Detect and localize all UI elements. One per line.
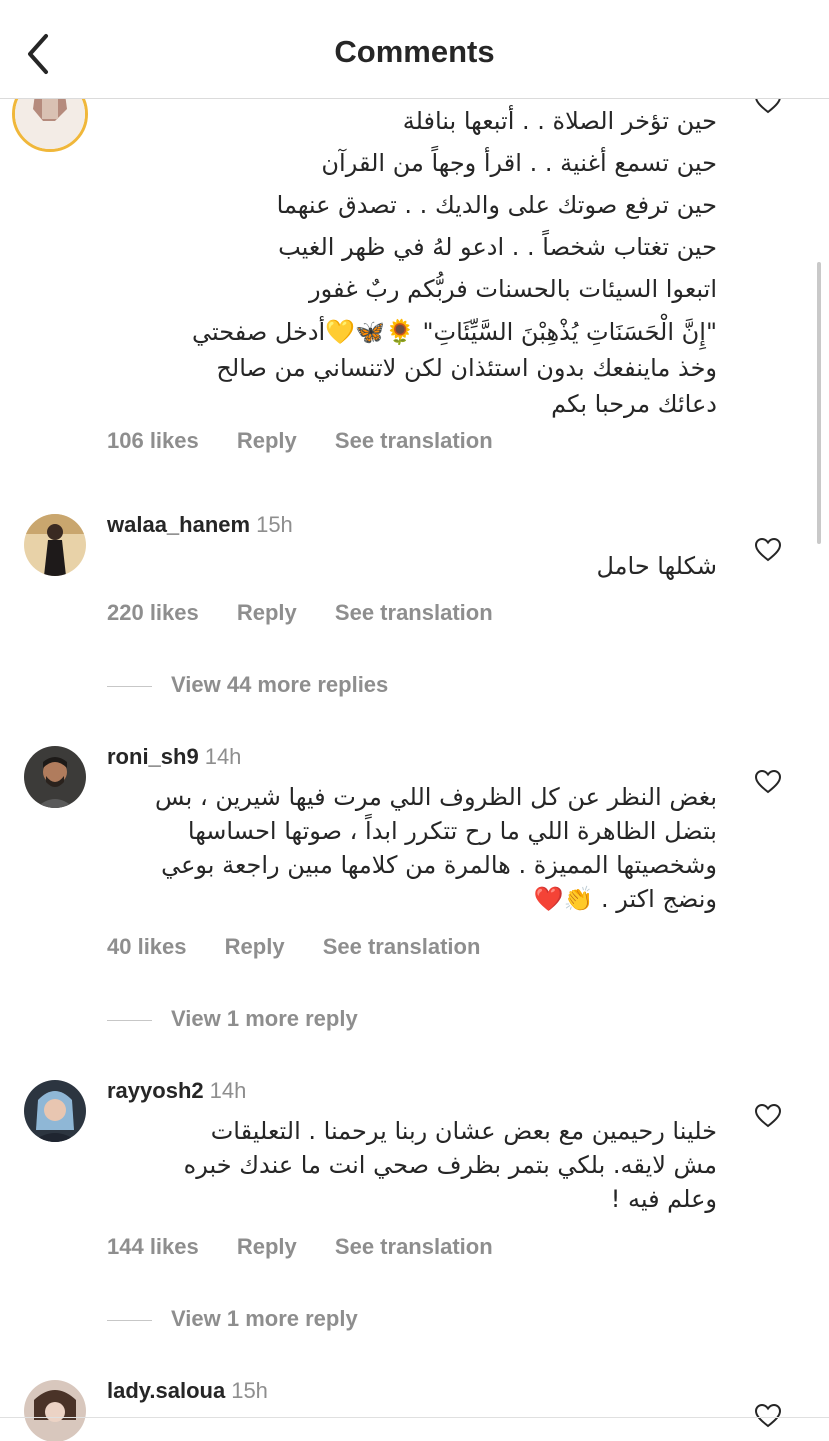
comment-header: walaa_hanem 15h: [107, 512, 293, 538]
likes-count[interactable]: 144 likes: [107, 1234, 199, 1259]
comment-text: بغض النظر عن كل الظروف اللي مرت فيها شير…: [155, 783, 717, 913]
comment-actions: 220 likes Reply See translation: [107, 600, 525, 626]
heart-icon[interactable]: [755, 1104, 781, 1128]
reply-button[interactable]: Reply: [237, 1234, 297, 1259]
timestamp: 14h: [204, 744, 242, 769]
timestamp: 15h: [231, 1378, 268, 1403]
page-title: Comments: [334, 34, 495, 69]
see-translation-button[interactable]: See translation: [335, 600, 493, 625]
avatar[interactable]: [24, 746, 86, 808]
comments-list: حين تؤخر الصلاة . . أتبعها بنافلة حين تس…: [0, 0, 829, 1441]
avatar[interactable]: [24, 1380, 86, 1441]
likes-count[interactable]: 220 likes: [107, 600, 199, 625]
timestamp: 15h: [256, 512, 293, 537]
username[interactable]: lady.saloua: [107, 1378, 225, 1403]
comment-text: شكلها حامل: [596, 552, 718, 580]
view-replies-button[interactable]: View 1 more reply: [107, 1006, 358, 1032]
view-replies-button[interactable]: View 44 more replies: [107, 672, 388, 698]
comment-actions: 144 likes Reply See translation: [107, 1234, 525, 1260]
divider: [107, 1019, 152, 1021]
bottom-divider: [0, 1417, 829, 1418]
scrollbar[interactable]: [817, 262, 821, 544]
see-translation-button[interactable]: See translation: [335, 428, 493, 453]
heart-icon[interactable]: [755, 538, 781, 562]
see-translation-button[interactable]: See translation: [335, 1234, 493, 1259]
likes-count[interactable]: 40 likes: [107, 934, 187, 959]
reply-button[interactable]: Reply: [225, 934, 285, 959]
comment-header: lady.saloua 15h: [107, 1378, 268, 1404]
header: Comments: [0, 0, 829, 99]
heart-icon[interactable]: [755, 1404, 781, 1428]
reply-button[interactable]: Reply: [237, 600, 297, 625]
divider: [107, 685, 152, 687]
timestamp: 14h: [209, 1078, 247, 1103]
username[interactable]: rayyosh2: [107, 1078, 204, 1103]
divider: [107, 1319, 152, 1321]
comment-text: حين تؤخر الصلاة . . أتبعها بنافلة حين تس…: [191, 107, 717, 418]
avatar[interactable]: [24, 1080, 86, 1142]
username[interactable]: walaa_hanem: [107, 512, 250, 537]
comment-actions: 40 likes Reply See translation: [107, 934, 512, 960]
comment-header: rayyosh2 14h: [107, 1078, 246, 1104]
reply-button[interactable]: Reply: [237, 428, 297, 453]
view-replies-button[interactable]: View 1 more reply: [107, 1306, 358, 1332]
comment-header: roni_sh9 14h: [107, 744, 241, 770]
heart-icon[interactable]: [755, 770, 781, 794]
likes-count[interactable]: 106 likes: [107, 428, 199, 453]
comment-text: خلينا رحيمين مع بعض عشان ربنا يرحمنا . ا…: [183, 1117, 717, 1213]
see-translation-button[interactable]: See translation: [323, 934, 481, 959]
avatar[interactable]: [24, 514, 86, 576]
username[interactable]: roni_sh9: [107, 744, 199, 769]
comment-actions: 106 likes Reply See translation: [107, 428, 525, 454]
